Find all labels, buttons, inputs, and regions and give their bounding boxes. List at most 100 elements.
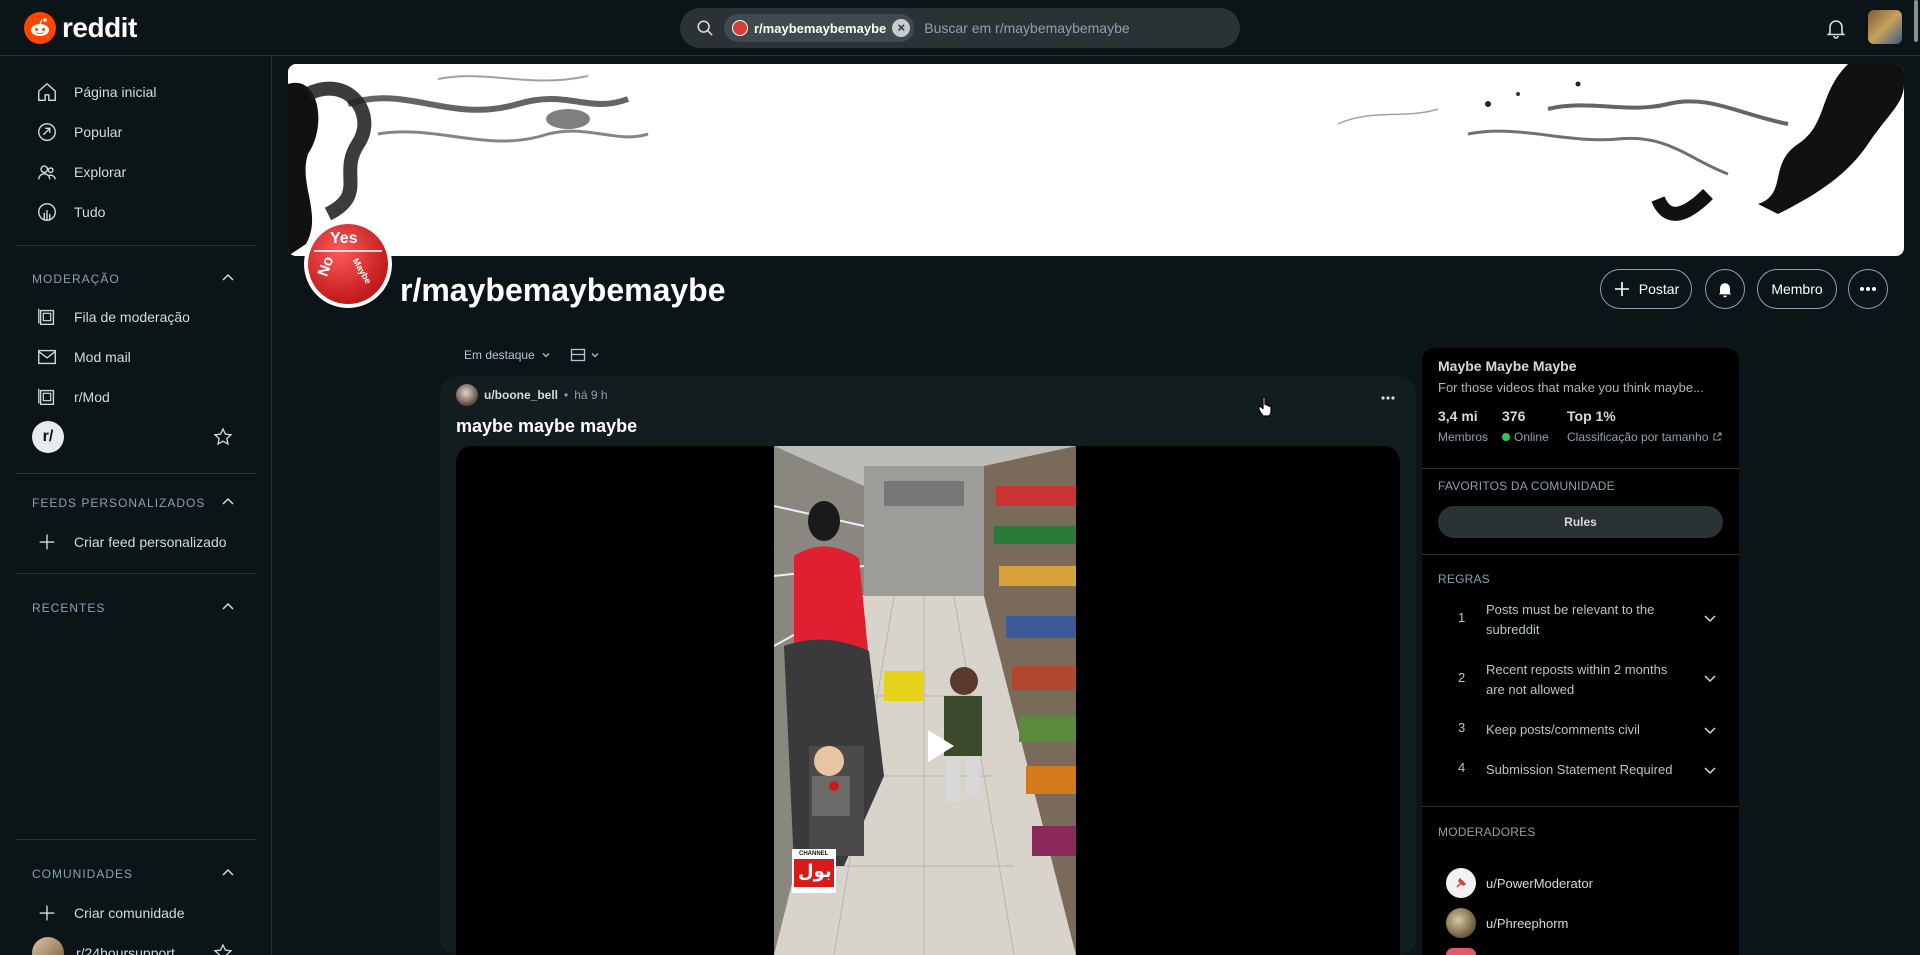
member-button-label: Membro	[1771, 281, 1823, 297]
rank-label[interactable]: Classificação por tamanho	[1567, 430, 1722, 444]
search-bar[interactable]: r/maybemaybemaybe × Buscar em r/maybemay…	[680, 8, 1240, 48]
recent-section-title[interactable]: RECENTES	[32, 601, 105, 615]
create-custom-feed-label: Criar feed personalizado	[74, 534, 227, 550]
pin-icon	[1456, 877, 1467, 888]
custom-feeds-section-title[interactable]: FEEDS PERSONALIZADOS	[32, 496, 205, 510]
subreddit-banner	[288, 64, 1904, 256]
rule-number: 2	[1458, 670, 1466, 685]
chevron-down-icon	[1704, 675, 1716, 683]
community-description: For those videos that make you think may…	[1438, 380, 1704, 395]
subreddit-title: r/maybemaybemaybe	[400, 272, 726, 308]
mod-queue-icon	[38, 308, 55, 326]
community-avatar	[732, 20, 748, 36]
moderator-item[interactable]: u/Phreephorm	[1446, 908, 1568, 938]
community-item-label: r/24hoursupport	[76, 945, 175, 955]
post-card[interactable]: u/boone_bell • há 9 h maybe maybe maybe	[440, 376, 1416, 955]
nav-all[interactable]: Tudo	[16, 192, 256, 232]
moderator-avatar	[1446, 948, 1476, 955]
search-input[interactable]: Buscar em r/maybemaybemaybe	[924, 20, 1129, 36]
chevron-down-icon	[591, 353, 599, 358]
more-options-button[interactable]	[1848, 269, 1888, 309]
search-icon	[697, 20, 713, 36]
moderator-item[interactable]: u/PowerModerator	[1446, 868, 1593, 898]
moderation-section-title[interactable]: MODERAÇÃO	[32, 272, 120, 286]
sidebar-divider	[16, 573, 256, 574]
mail-icon	[38, 349, 56, 365]
close-icon[interactable]: ×	[892, 19, 911, 37]
ink-smoke-banner-image	[288, 64, 1904, 256]
star-icon[interactable]	[213, 427, 233, 447]
chevron-down-icon	[1704, 615, 1716, 623]
chevron-down-icon	[1704, 767, 1716, 775]
nav-mod-queue-label: Fila de moderação	[74, 309, 190, 325]
hand-cursor-icon	[1258, 396, 1272, 417]
communities-section-title[interactable]: COMUNIDADES	[32, 867, 133, 881]
post-author-avatar[interactable]	[456, 384, 478, 406]
nav-popular[interactable]: Popular	[16, 112, 256, 152]
community-info-panel: Maybe Maybe Maybe For those videos that …	[1422, 348, 1739, 955]
scrollbar[interactable]	[1914, 0, 1918, 42]
post-author[interactable]: u/boone_bell	[484, 388, 558, 402]
icon-maybe-text: Maybe	[350, 256, 374, 286]
chevron-up-icon[interactable]	[220, 494, 236, 510]
video-player[interactable]: CHANNEL بول www.bolnews.com	[456, 446, 1400, 955]
r-slash-icon: r/	[32, 421, 64, 453]
nav-mod-mail[interactable]: Mod mail	[16, 337, 256, 377]
play-icon[interactable]	[928, 730, 954, 762]
rule-text: Submission Statement Required	[1486, 762, 1673, 777]
rule-item[interactable]: 2 Recent reposts within 2 months are not…	[1438, 660, 1723, 700]
sidebar-divider	[16, 245, 256, 246]
ellipsis-icon	[1860, 287, 1876, 291]
video-frame: CHANNEL بول www.bolnews.com	[774, 446, 1076, 955]
left-sidebar: Página inicial Popular Explorar Tudo MOD…	[0, 56, 272, 955]
community-title: Maybe Maybe Maybe	[1438, 358, 1577, 374]
user-avatar[interactable]	[1868, 10, 1902, 44]
member-button[interactable]: Membro	[1757, 269, 1837, 309]
rules-bookmark-button[interactable]: Rules	[1438, 506, 1723, 538]
moderator-avatar	[1446, 908, 1476, 938]
rule-item[interactable]: 4 Submission Statement Required	[1438, 760, 1723, 784]
nav-r-mod[interactable]: r/Mod	[16, 377, 256, 417]
sort-label: Em destaque	[464, 348, 535, 362]
sort-dropdown[interactable]: Em destaque	[464, 348, 551, 362]
panel-divider	[1422, 468, 1739, 469]
members-label-text: Membros	[1438, 430, 1489, 444]
rule-text: Posts must be relevant to the subreddit	[1486, 602, 1655, 637]
create-post-button[interactable]: Postar	[1600, 269, 1692, 309]
rule-item[interactable]: 3 Keep posts/comments civil	[1438, 720, 1723, 744]
rule-text: Recent reposts within 2 months are not a…	[1486, 662, 1668, 697]
star-icon[interactable]	[213, 943, 233, 955]
rule-text: Keep posts/comments civil	[1486, 722, 1640, 737]
panel-divider	[1422, 806, 1739, 807]
nav-mod-queue[interactable]: Fila de moderação	[16, 297, 256, 337]
chevron-up-icon[interactable]	[220, 599, 236, 615]
notifications-bell-icon[interactable]	[1824, 16, 1848, 40]
plus-icon	[39, 534, 55, 550]
online-count: 376	[1502, 408, 1526, 424]
moderator-name: u/Phreephorm	[1486, 915, 1569, 931]
icon-yes-text: Yes	[330, 230, 358, 247]
search-community-chip[interactable]: r/maybemaybemaybe ×	[724, 14, 915, 42]
logo-text: reddit	[62, 12, 137, 43]
online-label: Online	[1502, 430, 1549, 444]
watermark-channel: CHANNEL	[799, 851, 829, 857]
nav-all-label: Tudo	[74, 204, 106, 220]
post-more-icon[interactable]	[1380, 390, 1396, 406]
create-custom-feed[interactable]: Criar feed personalizado	[16, 522, 256, 562]
plus-icon	[39, 905, 55, 921]
view-dropdown[interactable]	[570, 347, 600, 363]
post-title[interactable]: maybe maybe maybe	[456, 416, 637, 437]
rule-item[interactable]: 1 Posts must be relevant to the subreddi…	[1438, 600, 1723, 640]
chevron-up-icon[interactable]	[220, 270, 236, 286]
watermark-url: www.bolnews.com	[794, 888, 827, 893]
nav-explore[interactable]: Explorar	[16, 152, 256, 192]
create-community[interactable]: Criar comunidade	[16, 893, 256, 933]
chevron-down-icon	[542, 353, 550, 358]
watermark-brand: بول	[798, 861, 832, 881]
reddit-logo[interactable]: reddit	[24, 12, 137, 44]
chevron-up-icon[interactable]	[220, 865, 236, 881]
notifications-button[interactable]	[1705, 269, 1745, 309]
nav-home[interactable]: Página inicial	[16, 72, 256, 112]
icon-no-text: No	[314, 254, 338, 279]
card-view-icon	[570, 348, 586, 362]
